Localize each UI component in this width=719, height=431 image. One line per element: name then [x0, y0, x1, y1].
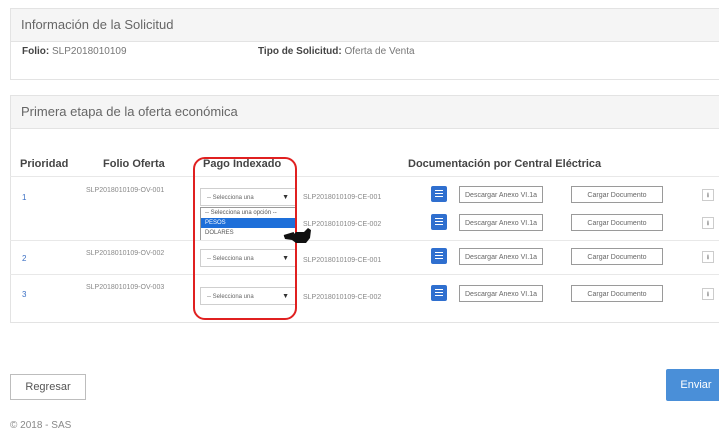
download-icon[interactable]: ⭳ — [702, 217, 714, 229]
folio-label: Folio: — [22, 46, 50, 57]
regresar-button[interactable]: Regresar — [10, 374, 86, 400]
tipo-field: Tipo de Solicitud: Oferta de Venta — [258, 46, 415, 57]
download-icon[interactable]: ⭳ — [702, 189, 714, 201]
row3-prioridad: 3 — [22, 290, 27, 299]
tipo-label: Tipo de Solicitud: — [258, 46, 342, 57]
row3-ce: SLP2018010109-CE-002 — [303, 294, 382, 301]
row2-cargar-button[interactable]: Cargar Documento — [571, 248, 663, 265]
row1-cargar-button[interactable]: Cargar Documento — [571, 186, 663, 203]
header-folio-oferta: Folio Oferta — [103, 158, 165, 170]
header-documentacion: Documentación por Central Eléctrica — [408, 158, 602, 170]
row1-folio: SLP2018010109-OV-001 — [86, 187, 165, 194]
row1b-cargar-button[interactable]: Cargar Documento — [571, 214, 663, 231]
header-divider — [10, 176, 719, 177]
list-icon[interactable] — [431, 214, 447, 230]
info-panel-title: Información de la Solicitud — [11, 9, 719, 42]
row-divider — [10, 240, 719, 241]
row1-descargar-button[interactable]: Descargar Anexo VI.1a — [459, 186, 543, 203]
download-icon[interactable]: ⭳ — [702, 251, 714, 263]
row2-ce: SLP2018010109-CE-001 — [303, 257, 382, 264]
row3-descargar-button[interactable]: Descargar Anexo VI.1a — [459, 285, 543, 302]
row1b-ce: SLP2018010109-CE-002 — [303, 221, 382, 228]
list-icon[interactable] — [431, 248, 447, 264]
footer-copyright: © 2018 - SAS — [10, 420, 72, 431]
row2-folio: SLP2018010109-OV-002 — [86, 250, 165, 257]
row3-folio: SLP2018010109-OV-003 — [86, 284, 165, 291]
row1-ce: SLP2018010109-CE-001 — [303, 194, 382, 201]
pointing-hand-icon — [283, 228, 311, 243]
header-prioridad: Prioridad — [20, 158, 69, 170]
row2-descargar-button[interactable]: Descargar Anexo VI.1a — [459, 248, 543, 265]
row1-prioridad: 1 — [22, 193, 27, 202]
info-panel: Información de la Solicitud — [10, 8, 719, 80]
row3-cargar-button[interactable]: Cargar Documento — [571, 285, 663, 302]
row-divider — [10, 274, 719, 275]
row1b-descargar-button[interactable]: Descargar Anexo VI.1a — [459, 214, 543, 231]
enviar-button[interactable]: Enviar — [666, 369, 719, 401]
list-icon[interactable] — [431, 186, 447, 202]
offer-panel-title: Primera etapa de la oferta económica — [11, 96, 719, 129]
download-icon[interactable]: ⭳ — [702, 288, 714, 300]
folio-field: Folio: SLP2018010109 — [22, 46, 127, 57]
list-icon[interactable] — [431, 285, 447, 301]
folio-value: SLP2018010109 — [52, 46, 127, 57]
row2-prioridad: 2 — [22, 254, 27, 263]
tipo-value: Oferta de Venta — [344, 46, 415, 57]
